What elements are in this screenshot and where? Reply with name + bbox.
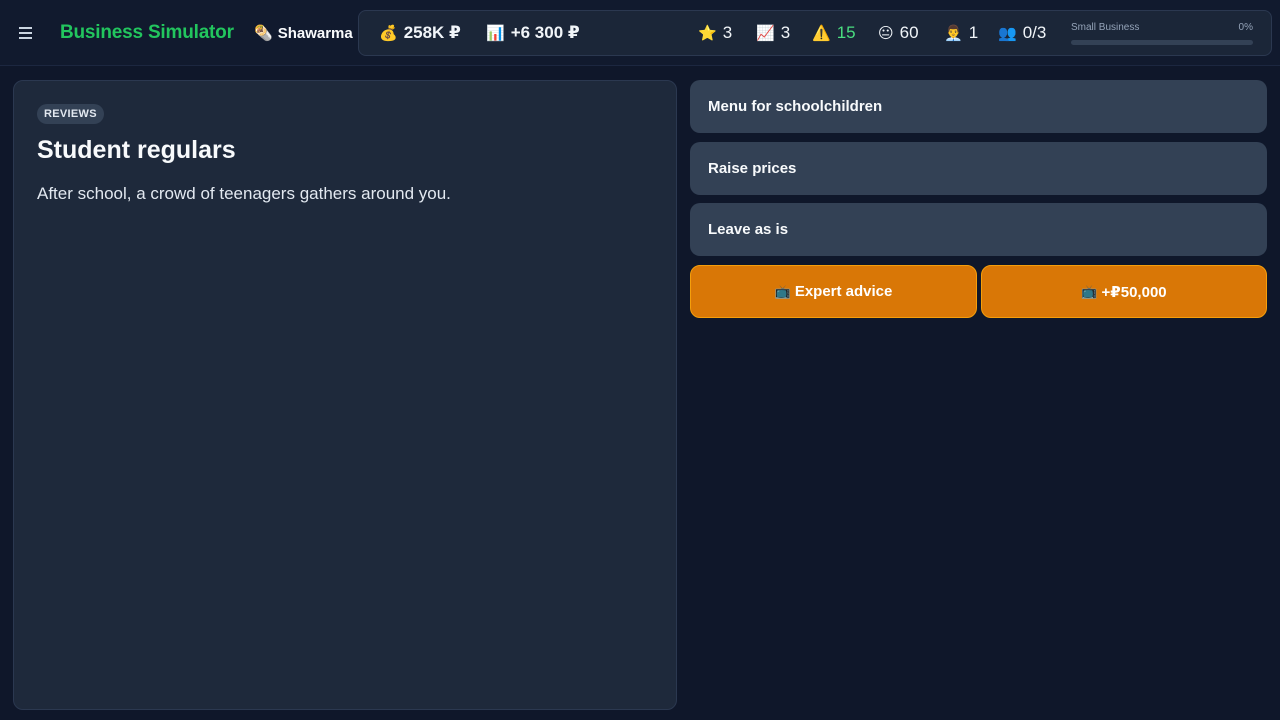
employee-icon: 👨‍💼 bbox=[944, 24, 963, 42]
team-stat: 👥 0/3 bbox=[998, 11, 1046, 55]
team-value: 0/3 bbox=[1022, 23, 1047, 42]
mood-stat: 😐 60 bbox=[878, 11, 919, 55]
bonus-cash-label: +₽50,000 bbox=[1101, 283, 1167, 301]
expert-advice-button[interactable]: 📺 Expert advice bbox=[690, 265, 977, 318]
event-card: REVIEWS Student regulars After school, a… bbox=[13, 80, 677, 710]
rating-value: 3 bbox=[722, 23, 733, 42]
growth-stat: 📈 3 bbox=[756, 11, 790, 55]
neutral-face-icon: 😐 bbox=[878, 24, 894, 42]
event-title: Student regulars bbox=[37, 136, 236, 164]
business-name: Shawarma bbox=[277, 24, 353, 42]
risk-value: 15 bbox=[836, 23, 856, 42]
income-value: +6 300 ₽ bbox=[510, 23, 580, 42]
bar-chart-icon: 📊 bbox=[486, 24, 505, 42]
staff-value: 1 bbox=[968, 23, 979, 42]
choice-leave-as-is[interactable]: Leave as is bbox=[690, 203, 1267, 256]
star-icon: ⭐ bbox=[698, 24, 717, 42]
choice-menu-for-schoolchildren[interactable]: Menu for schoolchildren bbox=[690, 80, 1267, 133]
choice-raise-prices[interactable]: Raise prices bbox=[690, 142, 1267, 195]
top-bar: Business Simulator 🌯 Shawarma 💰 258K ₽ 📊… bbox=[0, 0, 1280, 66]
level-progress: Small Business 0% bbox=[1071, 11, 1253, 55]
warning-icon: ⚠️ bbox=[812, 24, 831, 42]
event-description: After school, a crowd of teenagers gathe… bbox=[37, 184, 451, 203]
event-category-badge: REVIEWS bbox=[37, 104, 104, 124]
tv-icon: 📺 bbox=[774, 283, 791, 299]
cash-value: 258K ₽ bbox=[403, 23, 461, 42]
bonus-cash-button[interactable]: 📺 +₽50,000 bbox=[981, 265, 1267, 318]
cash-stat: 💰 258K ₽ bbox=[379, 11, 461, 55]
mood-value: 60 bbox=[899, 23, 919, 42]
risk-stat: ⚠️ 15 bbox=[812, 11, 856, 55]
staff-stat: 👨‍💼 1 bbox=[944, 11, 978, 55]
growth-value: 3 bbox=[780, 23, 791, 42]
trend-up-icon: 📈 bbox=[756, 24, 775, 42]
people-icon: 👥 bbox=[998, 24, 1017, 42]
level-percent: 0% bbox=[1238, 22, 1253, 33]
rating-stat: ⭐ 3 bbox=[698, 11, 732, 55]
hamburger-menu-icon[interactable] bbox=[18, 24, 34, 44]
expert-advice-label: Expert advice bbox=[794, 283, 893, 300]
level-progress-bar bbox=[1071, 40, 1253, 45]
level-label: Small Business bbox=[1071, 22, 1140, 33]
wrap-food-icon: 🌯 bbox=[254, 25, 273, 42]
money-bag-icon: 💰 bbox=[379, 24, 398, 42]
app-title: Business Simulator bbox=[60, 22, 234, 43]
income-stat: 📊 +6 300 ₽ bbox=[486, 11, 580, 55]
business-type: 🌯 Shawarma bbox=[254, 24, 353, 43]
tv-icon: 📺 bbox=[1081, 283, 1098, 299]
stats-bar: 💰 258K ₽ 📊 +6 300 ₽ ⭐ 3 📈 3 ⚠️ 15 😐 60 👨… bbox=[358, 10, 1272, 56]
